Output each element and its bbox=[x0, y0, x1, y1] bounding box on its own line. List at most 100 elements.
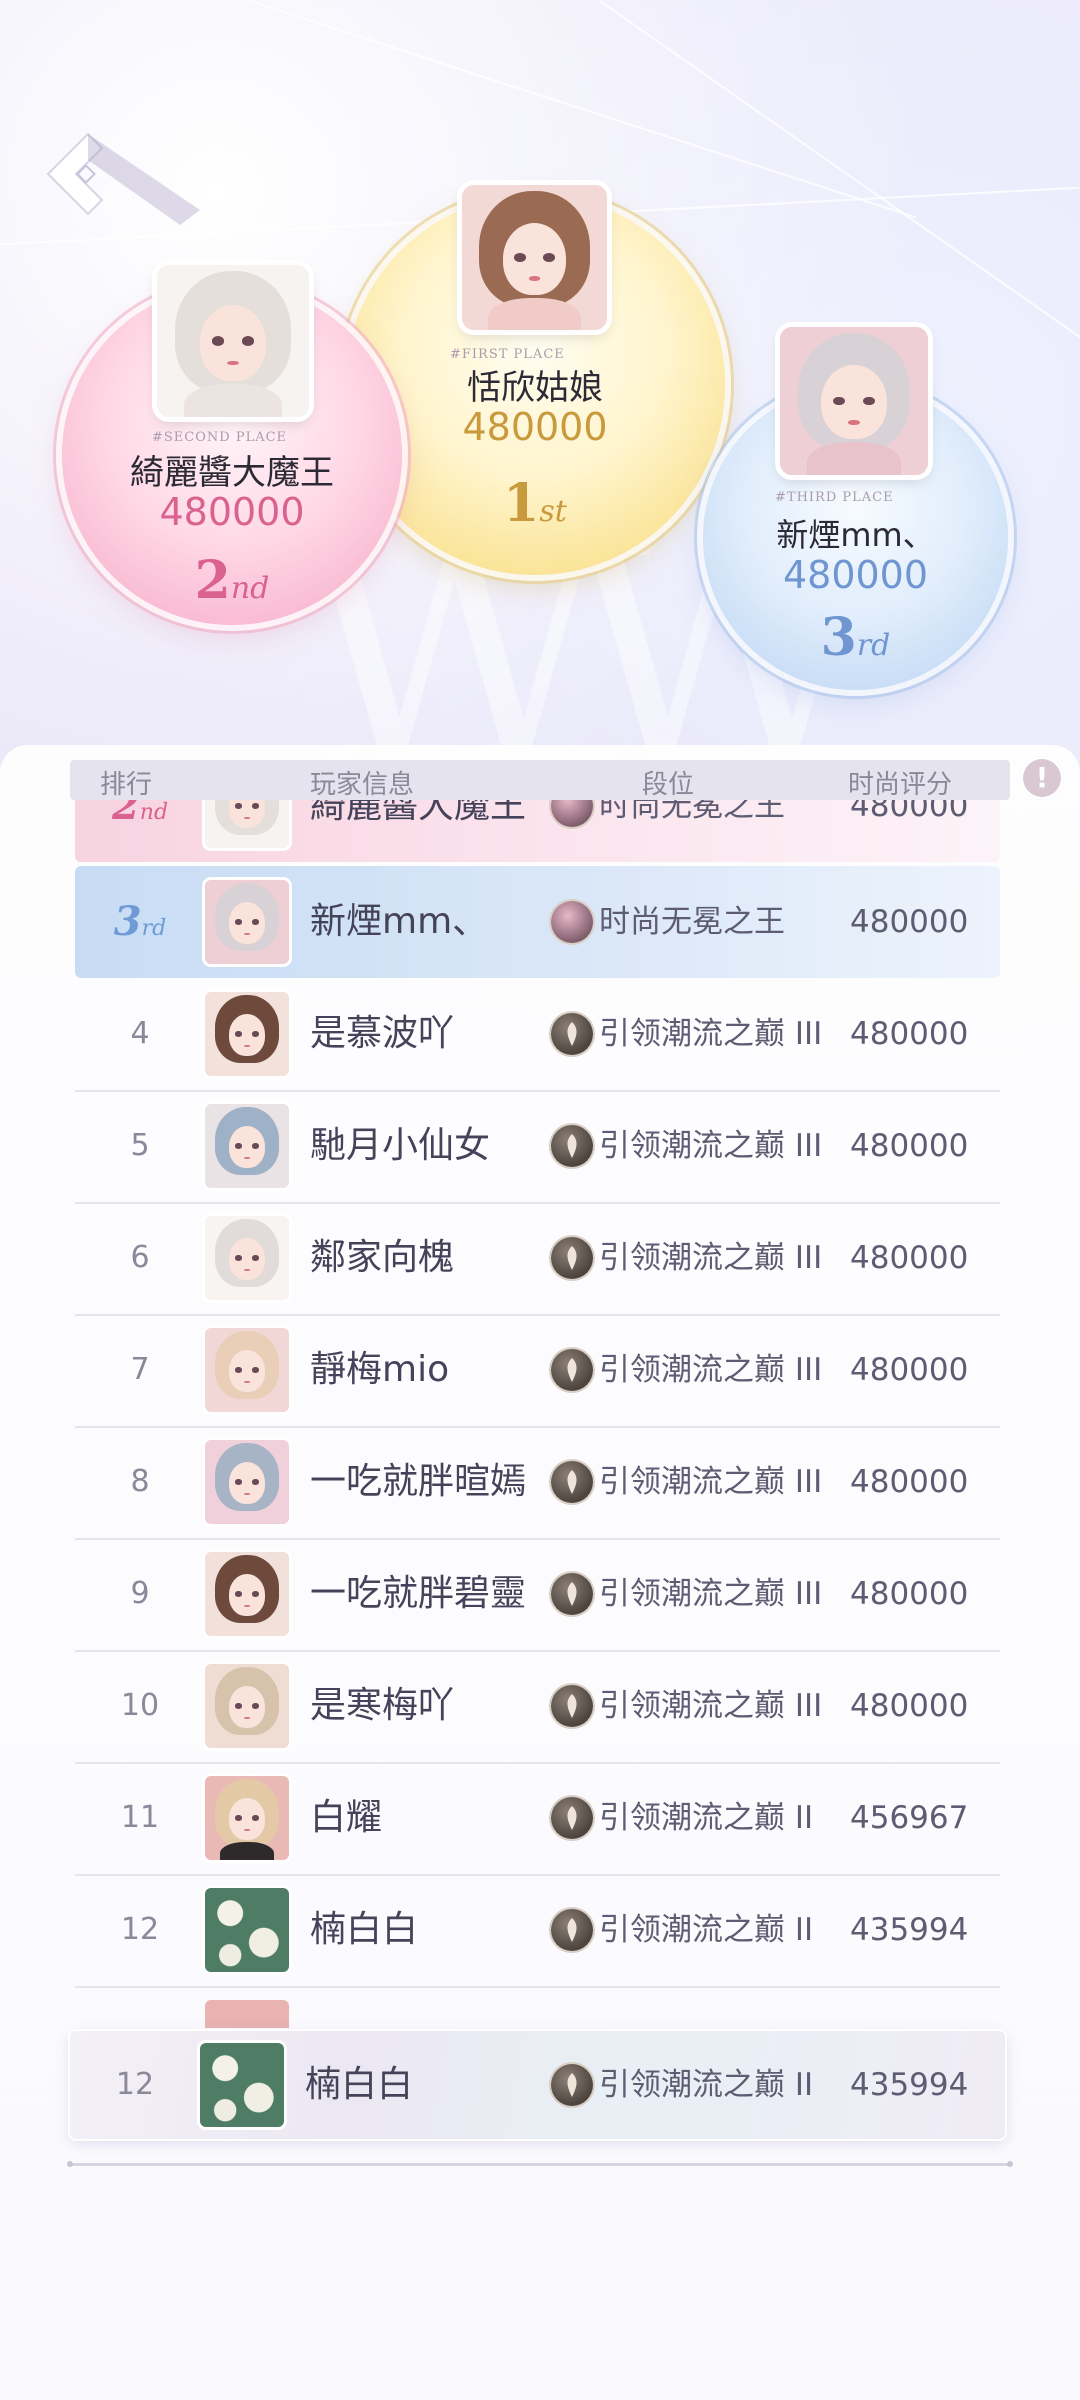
score-value: 480000 bbox=[850, 800, 969, 824]
table-row[interactable]: 2nd 綺麗醬大魔王 时尚无冕之王 480000 bbox=[75, 800, 1000, 862]
avatar bbox=[157, 265, 309, 417]
player-score: 480000 bbox=[159, 490, 305, 534]
avatar bbox=[205, 992, 289, 1076]
rank-label: 1st bbox=[503, 473, 567, 534]
tier-label: 引领潮流之巅 II bbox=[599, 1912, 814, 1948]
score-value: 480000 bbox=[850, 904, 969, 940]
table-row[interactable]: 9 一吃就胖碧靈 引领潮流之巅 III 480000 bbox=[75, 1538, 1000, 1652]
player-name: 一吃就胖碧靈 bbox=[310, 1573, 527, 1614]
tier-label: 引领潮流之巅 III bbox=[599, 1688, 823, 1724]
player-name: 楠白白 bbox=[305, 2064, 414, 2105]
info-icon[interactable]: ! bbox=[1020, 756, 1064, 800]
player-name: 新煙mm、 bbox=[310, 901, 489, 942]
rank-cell: 4 bbox=[130, 1016, 150, 1051]
tier-label: 引领潮流之巅 III bbox=[599, 1576, 823, 1612]
avatar bbox=[205, 1440, 289, 1524]
header-player: 玩家信息 bbox=[310, 770, 415, 800]
score-value: 480000 bbox=[850, 1016, 969, 1052]
avatar bbox=[205, 880, 289, 964]
avatar bbox=[205, 1888, 289, 1972]
avatar bbox=[205, 2000, 289, 2028]
tier-badge-icon bbox=[551, 1349, 593, 1391]
tier-label: 引领潮流之巅 III bbox=[599, 1464, 823, 1500]
avatar bbox=[205, 800, 289, 848]
podium-first[interactable]: #FIRST PLACE 恬欣姑娘 480000 1st bbox=[345, 185, 725, 575]
rank-cell: 9 bbox=[130, 1576, 150, 1611]
avatar bbox=[780, 327, 928, 475]
divider bbox=[67, 2161, 1013, 2167]
podium-third[interactable]: #THIRD PLACE 新煙mm、 480000 3rd bbox=[703, 327, 1008, 690]
tier-label: 引领潮流之巅 II bbox=[599, 2067, 814, 2103]
table-row[interactable]: 11 白耀 引领潮流之巅 II 456967 bbox=[75, 1762, 1000, 1876]
tier-label: 引领潮流之巅 III bbox=[599, 1240, 823, 1276]
table-row[interactable]: 10 是寒梅吖 引领潮流之巅 III 480000 bbox=[75, 1650, 1000, 1764]
table-row[interactable]: 12 楠白白 引领潮流之巅 II 435994 bbox=[75, 1874, 1000, 1988]
avatar bbox=[205, 1552, 289, 1636]
score-value: 435994 bbox=[850, 2067, 969, 2103]
avatar bbox=[205, 1104, 289, 1188]
tier-badge-icon bbox=[551, 1013, 593, 1055]
rank-cell: 11 bbox=[120, 1800, 160, 1835]
my-rank-row[interactable]: 12 楠白白 引领潮流之巅 II 435994 bbox=[70, 2031, 1005, 2139]
tier-badge-icon bbox=[551, 1685, 593, 1727]
rank-label: 3rd bbox=[820, 607, 891, 668]
tier-label: 引领潮流之巅 III bbox=[599, 1352, 823, 1388]
header-tier: 段位 bbox=[642, 770, 695, 800]
avatar bbox=[200, 2043, 284, 2127]
score-value: 480000 bbox=[850, 1352, 969, 1388]
table-row[interactable]: 4 是慕波吖 引领潮流之巅 III 480000 bbox=[75, 978, 1000, 1092]
avatar bbox=[205, 1776, 289, 1860]
tier-label: 引领潮流之巅 III bbox=[599, 1128, 823, 1164]
rank-cell: 8 bbox=[130, 1464, 150, 1499]
avatar bbox=[205, 1328, 289, 1412]
place-tag: #SECOND PLACE bbox=[152, 430, 288, 445]
avatar bbox=[205, 1216, 289, 1300]
player-name: 綺麗醬大魔王 bbox=[310, 800, 527, 826]
player-score: 480000 bbox=[782, 553, 929, 597]
tier-badge-icon bbox=[551, 2064, 593, 2106]
table-row[interactable]: 8 一吃就胖暄嫣 引领潮流之巅 III 480000 bbox=[75, 1426, 1000, 1540]
rank-cell: 12 bbox=[115, 2067, 155, 2102]
podium-second[interactable]: #SECOND PLACE 綺麗醬大魔王 480000 2nd bbox=[62, 265, 402, 625]
score-value: 456967 bbox=[850, 1800, 969, 1836]
tier-label: 引领潮流之巅 III bbox=[599, 1016, 823, 1052]
rank-cell: 7 bbox=[130, 1352, 150, 1387]
rank-cell: 10 bbox=[120, 1688, 160, 1723]
avatar bbox=[205, 1664, 289, 1748]
score-value: 480000 bbox=[850, 1464, 969, 1500]
tier-label: 引领潮流之巅 II bbox=[599, 1800, 814, 1836]
table-header: 排行 玩家信息 段位 时尚评分 bbox=[70, 760, 1010, 800]
score-value: 480000 bbox=[850, 1576, 969, 1612]
header-score: 时尚评分 bbox=[848, 770, 953, 800]
rank-cell: 5 bbox=[130, 1128, 150, 1163]
rank-cell: 12 bbox=[120, 1912, 160, 1947]
player-name: 靜梅mio bbox=[310, 1349, 450, 1390]
header-rank: 排行 bbox=[100, 770, 153, 800]
player-score: 480000 bbox=[462, 405, 608, 449]
rank-cell: 6 bbox=[130, 1240, 150, 1275]
table-row[interactable]: 5 馳月小仙女 引领潮流之巅 III 480000 bbox=[75, 1090, 1000, 1204]
score-value: 435994 bbox=[850, 1912, 969, 1948]
ranking-list[interactable]: 2nd 綺麗醬大魔王 时尚无冕之王 480000 3rd 新煙mm、 时尚无冕之… bbox=[0, 800, 1080, 2028]
tier-badge-icon bbox=[551, 1237, 593, 1279]
table-row[interactable]: 6 鄰家向槐 引领潮流之巅 III 480000 bbox=[75, 1202, 1000, 1316]
score-value: 480000 bbox=[850, 1688, 969, 1724]
player-name: 一吃就胖暄嫣 bbox=[310, 1461, 527, 1502]
player-name: 馳月小仙女 bbox=[310, 1125, 491, 1166]
tier-label: 时尚无冕之王 bbox=[599, 904, 785, 940]
table-row[interactable]: 3rd 新煙mm、 时尚无冕之王 480000 bbox=[75, 866, 1000, 978]
tier-badge-icon bbox=[551, 1125, 593, 1167]
score-value: 480000 bbox=[850, 1240, 969, 1276]
rank-label: 2nd bbox=[194, 550, 270, 611]
player-name: 綺麗醬大魔王 bbox=[130, 453, 334, 493]
score-value: 480000 bbox=[850, 1128, 969, 1164]
table-row[interactable]: 7 靜梅mio 引领潮流之巅 III 480000 bbox=[75, 1314, 1000, 1428]
back-button[interactable] bbox=[40, 130, 200, 230]
tier-label: 时尚无冕之王 bbox=[599, 800, 785, 824]
rank-cell: 2nd bbox=[111, 800, 169, 829]
player-name: 白耀 bbox=[310, 1797, 383, 1838]
tier-badge-icon bbox=[551, 1797, 593, 1839]
tier-badge-icon bbox=[551, 1573, 593, 1615]
tier-badge-icon bbox=[551, 800, 593, 827]
place-tag: #THIRD PLACE bbox=[775, 490, 894, 505]
